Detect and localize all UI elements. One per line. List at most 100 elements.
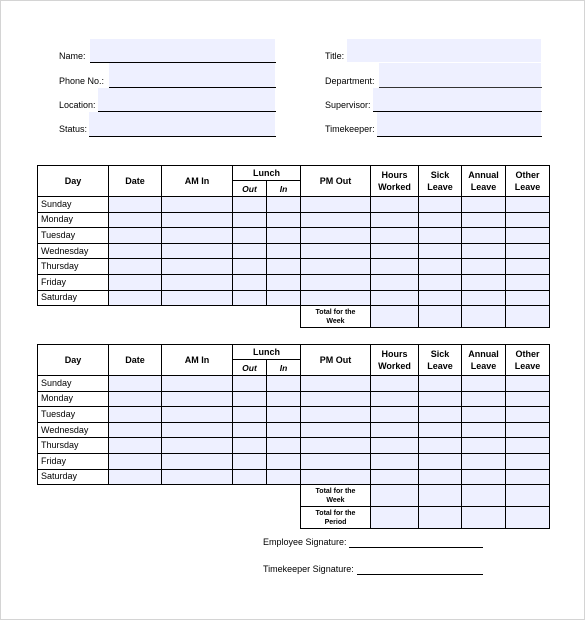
timekeeper-signature-line[interactable] [357,574,483,575]
name-field[interactable] [90,39,275,62]
lunch-in-cell[interactable] [266,258,301,275]
lunch-out-cell[interactable] [232,227,267,244]
timekeeper-field[interactable] [377,112,541,136]
am-in-cell[interactable] [161,375,233,392]
hours-worked-cell[interactable] [370,289,419,307]
annual-leave-cell[interactable] [461,452,506,470]
pm-out-cell[interactable] [300,211,371,229]
am-in-cell[interactable] [161,289,233,307]
date-cell[interactable] [108,211,162,229]
lunch-out-cell[interactable] [232,390,267,408]
am-in-cell[interactable] [161,227,233,244]
other-leave-cell[interactable] [505,375,550,392]
lunch-in-cell[interactable] [266,273,301,291]
date-cell[interactable] [108,421,162,439]
hours-worked-cell[interactable] [370,437,419,454]
pm-out-cell[interactable] [300,421,371,439]
annual-leave-cell[interactable] [461,242,506,260]
hours-worked-cell[interactable] [370,242,419,260]
other-leave-cell[interactable] [505,452,550,470]
title-field[interactable] [347,39,541,62]
sick-leave-cell[interactable] [418,421,462,439]
sick-leave-cell[interactable] [418,437,462,454]
location-field[interactable] [98,88,275,111]
hours-worked-cell[interactable] [370,452,419,470]
sick-leave-cell[interactable] [418,211,462,229]
total-hours-worked-cell[interactable] [370,484,419,508]
pm-out-cell[interactable] [300,196,371,213]
lunch-out-cell[interactable] [232,375,267,392]
total-annual-leave-cell[interactable] [461,484,506,508]
total-other-leave-cell[interactable] [505,305,550,329]
annual-leave-cell[interactable] [461,390,506,408]
other-leave-cell[interactable] [505,421,550,439]
lunch-in-cell[interactable] [266,452,301,470]
lunch-in-cell[interactable] [266,468,301,486]
am-in-cell[interactable] [161,211,233,229]
lunch-out-cell[interactable] [232,406,267,423]
sick-leave-cell[interactable] [418,258,462,275]
pm-out-cell[interactable] [300,390,371,408]
other-leave-cell[interactable] [505,390,550,408]
period-hours-worked-cell[interactable] [370,506,419,530]
annual-leave-cell[interactable] [461,468,506,486]
date-cell[interactable] [108,273,162,291]
date-cell[interactable] [108,437,162,454]
other-leave-cell[interactable] [505,273,550,291]
other-leave-cell[interactable] [505,468,550,486]
date-cell[interactable] [108,289,162,307]
period-sick-leave-cell[interactable] [418,506,462,530]
lunch-out-cell[interactable] [232,211,267,229]
hours-worked-cell[interactable] [370,273,419,291]
lunch-out-cell[interactable] [232,273,267,291]
lunch-in-cell[interactable] [266,421,301,439]
hours-worked-cell[interactable] [370,258,419,275]
sick-leave-cell[interactable] [418,390,462,408]
date-cell[interactable] [108,452,162,470]
annual-leave-cell[interactable] [461,437,506,454]
annual-leave-cell[interactable] [461,258,506,275]
pm-out-cell[interactable] [300,289,371,307]
date-cell[interactable] [108,196,162,213]
pm-out-cell[interactable] [300,468,371,486]
lunch-out-cell[interactable] [232,196,267,213]
lunch-in-cell[interactable] [266,375,301,392]
department-field[interactable] [379,63,541,87]
phone-field[interactable] [109,63,275,87]
lunch-out-cell[interactable] [232,468,267,486]
other-leave-cell[interactable] [505,211,550,229]
other-leave-cell[interactable] [505,258,550,275]
pm-out-cell[interactable] [300,273,371,291]
date-cell[interactable] [108,468,162,486]
hours-worked-cell[interactable] [370,196,419,213]
am-in-cell[interactable] [161,242,233,260]
sick-leave-cell[interactable] [418,273,462,291]
am-in-cell[interactable] [161,421,233,439]
sick-leave-cell[interactable] [418,375,462,392]
annual-leave-cell[interactable] [461,289,506,307]
pm-out-cell[interactable] [300,242,371,260]
sick-leave-cell[interactable] [418,227,462,244]
am-in-cell[interactable] [161,437,233,454]
hours-worked-cell[interactable] [370,406,419,423]
date-cell[interactable] [108,390,162,408]
hours-worked-cell[interactable] [370,421,419,439]
lunch-out-cell[interactable] [232,289,267,307]
pm-out-cell[interactable] [300,375,371,392]
date-cell[interactable] [108,406,162,423]
hours-worked-cell[interactable] [370,375,419,392]
total-sick-leave-cell[interactable] [418,305,462,329]
status-field[interactable] [89,112,275,136]
lunch-in-cell[interactable] [266,196,301,213]
date-cell[interactable] [108,242,162,260]
date-cell[interactable] [108,227,162,244]
annual-leave-cell[interactable] [461,375,506,392]
am-in-cell[interactable] [161,258,233,275]
hours-worked-cell[interactable] [370,390,419,408]
lunch-out-cell[interactable] [232,452,267,470]
period-other-leave-cell[interactable] [505,506,550,530]
date-cell[interactable] [108,375,162,392]
pm-out-cell[interactable] [300,227,371,244]
sick-leave-cell[interactable] [418,468,462,486]
lunch-in-cell[interactable] [266,390,301,408]
